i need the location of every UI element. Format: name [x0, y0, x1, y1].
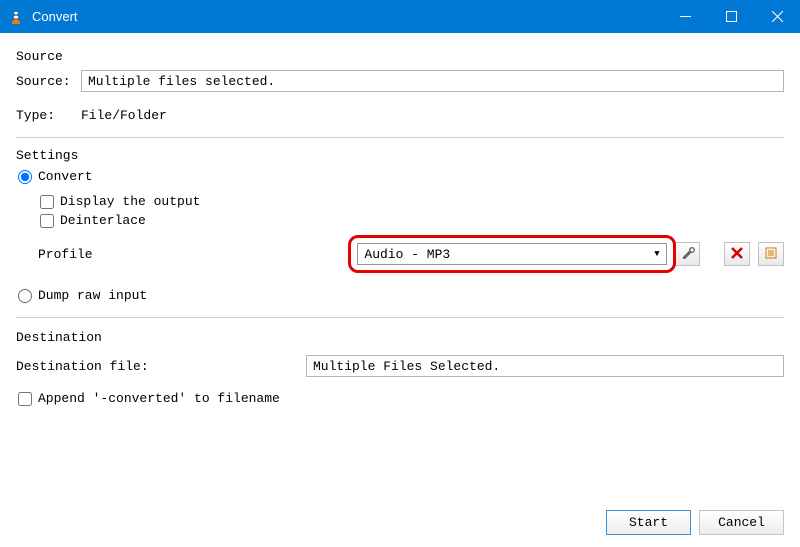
dump-raw-label: Dump raw input: [38, 288, 147, 303]
close-button[interactable]: [754, 0, 800, 33]
deinterlace-label: Deinterlace: [60, 213, 146, 228]
divider: [16, 137, 784, 138]
destination-section-label: Destination: [16, 330, 784, 345]
deinterlace-checkbox-row[interactable]: Deinterlace: [40, 213, 784, 228]
settings-section-label: Settings: [16, 148, 784, 163]
append-converted-label: Append '-converted' to filename: [38, 391, 280, 406]
source-section-label: Source: [16, 49, 784, 64]
append-converted-checkbox-row[interactable]: Append '-converted' to filename: [18, 391, 784, 406]
type-value: File/Folder: [81, 108, 167, 123]
vlc-cone-icon: [8, 9, 24, 25]
display-output-label: Display the output: [60, 194, 200, 209]
window-controls: [662, 0, 800, 33]
start-button[interactable]: Start: [606, 510, 691, 535]
source-label: Source:: [16, 74, 81, 89]
new-icon: [764, 246, 778, 263]
deinterlace-checkbox[interactable]: [40, 214, 54, 228]
dialog-buttons: Start Cancel: [606, 510, 784, 535]
display-output-checkbox-row[interactable]: Display the output: [40, 194, 784, 209]
convert-radio-row[interactable]: Convert: [18, 169, 784, 184]
titlebar: Convert: [0, 0, 800, 33]
destination-file-label: Destination file:: [16, 359, 306, 374]
append-converted-checkbox[interactable]: [18, 392, 32, 406]
dump-raw-radio-row[interactable]: Dump raw input: [18, 288, 784, 303]
wrench-icon: [681, 246, 695, 263]
maximize-button[interactable]: [708, 0, 754, 33]
divider: [16, 317, 784, 318]
chevron-down-icon: ▼: [654, 249, 659, 259]
minimize-button[interactable]: [662, 0, 708, 33]
new-profile-button[interactable]: [758, 242, 784, 266]
profile-label: Profile: [38, 247, 107, 262]
display-output-checkbox[interactable]: [40, 195, 54, 209]
x-icon: [731, 247, 743, 262]
cancel-button[interactable]: Cancel: [699, 510, 784, 535]
source-input[interactable]: [81, 70, 784, 92]
destination-file-input[interactable]: [306, 355, 784, 377]
edit-profile-button[interactable]: [675, 242, 701, 266]
convert-radio[interactable]: [18, 170, 32, 184]
window-title: Convert: [32, 9, 662, 24]
profile-combobox[interactable]: Audio - MP3 ▼: [357, 243, 666, 265]
convert-radio-label: Convert: [38, 169, 93, 184]
delete-profile-button[interactable]: [724, 242, 750, 266]
dump-raw-radio[interactable]: [18, 289, 32, 303]
type-label: Type:: [16, 108, 81, 123]
profile-value: Audio - MP3: [364, 247, 450, 262]
